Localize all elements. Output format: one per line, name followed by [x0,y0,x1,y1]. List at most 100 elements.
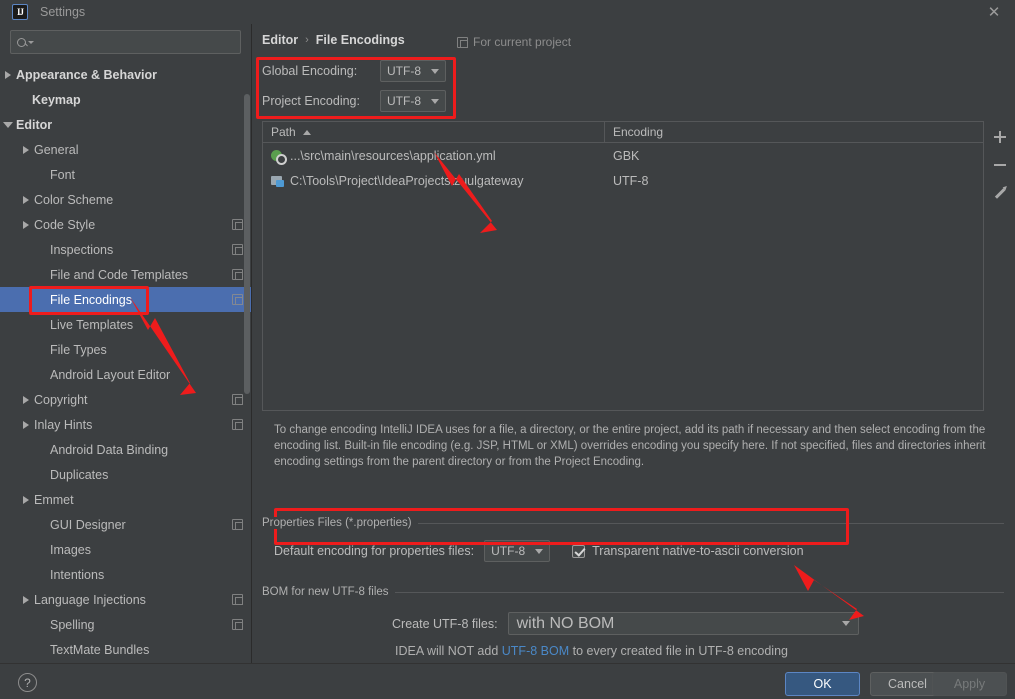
table-cell-encoding[interactable]: UTF-8 [605,174,983,188]
bom-note-suffix: to every created file in UTF-8 encoding [569,644,788,658]
encodings-table: Path Encoding ...\src\main\resources\app… [262,121,984,411]
checkbox-icon [572,544,586,558]
breadcrumb-parent[interactable]: Editor [262,33,298,47]
sidebar-item-label: Color Scheme [34,192,114,207]
sidebar-item-live-templates[interactable]: Live Templates [0,312,251,337]
sidebar-item-spelling[interactable]: Spelling [0,612,251,637]
help-button[interactable]: ? [18,673,37,692]
sidebar-item-general[interactable]: General [0,137,251,162]
properties-group-title: Properties Files (*.properties) [262,517,418,529]
sidebar-item-file-types[interactable]: File Types [0,337,251,362]
chevron-right-icon[interactable] [18,145,34,154]
sidebar-item-label: Language Injections [34,592,146,607]
remove-path-button[interactable] [989,154,1011,176]
create-utf8-dropdown[interactable]: with NO BOM [507,612,859,635]
settings-dialog: IJ Settings ✕ Appearance & Behavior Keyma… [0,0,1015,699]
sidebar-item-duplicates[interactable]: Duplicates [0,462,251,487]
sidebar-item-label: Keymap [32,92,81,107]
sidebar-item-label: Duplicates [50,467,109,482]
table-body: ...\src\main\resources\application.yml GB… [263,143,983,193]
chevron-right-icon[interactable] [18,220,34,229]
encodings-description: To change encoding IntelliJ IDEA uses fo… [274,424,986,468]
sidebar-item-label: Intentions [50,567,105,582]
sidebar-item-images[interactable]: Images [0,537,251,562]
sidebar-item-android-layout-editor[interactable]: Android Layout Editor [0,362,251,387]
sidebar-item-copyright[interactable]: Copyright [0,387,251,412]
sidebar-item-keymap[interactable]: Keymap [0,87,251,112]
chevron-right-icon[interactable] [18,395,34,404]
sidebar-item-intentions[interactable]: Intentions [0,562,251,587]
sidebar-item-file-encodings[interactable]: File Encodings [0,287,251,312]
sidebar-item-font[interactable]: Font [0,162,251,187]
search-box[interactable] [10,30,241,54]
table-toolbar [985,121,1015,411]
bom-note: IDEA will NOT add UTF-8 BOM to every cre… [395,644,788,658]
project-scope-icon [232,519,243,530]
table-header: Path Encoding [263,122,983,143]
settings-tree: Appearance & Behavior Keymap Editor General… [0,62,251,662]
sidebar-item-label: Inspections [50,242,114,257]
sidebar-item-appearance-behavior[interactable]: Appearance & Behavior [0,62,251,87]
chevron-down-icon [535,548,544,554]
global-encoding-row: Global Encoding: UTF-8 [262,56,446,86]
apply-button[interactable]: Apply [932,672,1007,696]
utf8-bom-link[interactable]: UTF-8 BOM [502,644,569,658]
column-header-path[interactable]: Path [263,122,605,142]
sidebar-item-label: Inlay Hints [34,417,93,432]
ok-button[interactable]: OK [785,672,860,696]
sidebar-item-label: Editor [16,117,53,132]
close-icon[interactable]: ✕ [983,2,1005,22]
project-encoding-value: UTF-8 [387,94,421,108]
add-path-button[interactable] [989,126,1011,148]
sidebar-item-textmate-bundles[interactable]: TextMate Bundles [0,637,251,662]
sidebar-item-label: Appearance & Behavior [16,67,158,82]
edit-path-button[interactable] [989,182,1011,204]
table-row[interactable]: ...\src\main\resources\application.yml GB… [263,143,983,168]
sidebar-item-language-injections[interactable]: Language Injections [0,587,251,612]
sidebar-scrollbar[interactable] [244,94,250,394]
column-header-encoding[interactable]: Encoding [605,122,983,142]
sidebar-item-label: Font [50,167,76,182]
sidebar-item-label: GUI Designer [50,517,126,532]
chevron-right-icon[interactable] [18,495,34,504]
search-icon [17,37,26,47]
settings-sidebar: Appearance & Behavior Keymap Editor General… [0,24,252,663]
project-scope-icon [232,394,243,405]
default-properties-encoding-dropdown[interactable]: UTF-8 [484,540,551,562]
yml-file-icon [271,149,287,165]
project-encoding-dropdown[interactable]: UTF-8 [380,90,446,112]
chevron-right-icon[interactable] [18,195,34,204]
chevron-right-icon[interactable] [18,595,34,604]
sidebar-item-emmet[interactable]: Emmet [0,487,251,512]
sidebar-item-inlay-hints[interactable]: Inlay Hints [0,412,251,437]
default-properties-encoding-value: UTF-8 [491,544,526,558]
sidebar-item-code-style[interactable]: Code Style [0,212,251,237]
project-encoding-row: Project Encoding: UTF-8 [262,86,446,116]
sidebar-item-gui-designer[interactable]: GUI Designer [0,512,251,537]
chevron-right-icon[interactable] [0,70,16,79]
search-dropdown-icon[interactable] [28,40,34,44]
search-input[interactable] [38,35,234,49]
global-encoding-dropdown[interactable]: UTF-8 [380,60,446,82]
table-row[interactable]: C:\Tools\Project\IdeaProjects\zuulgatewa… [263,168,983,193]
chevron-down-icon[interactable] [0,121,16,128]
module-folder-icon [271,174,285,188]
sidebar-item-color-scheme[interactable]: Color Scheme [0,187,251,212]
sidebar-item-label: Android Layout Editor [50,367,171,382]
sidebar-item-label: Copyright [34,392,88,407]
sidebar-item-label: File and Code Templates [50,267,189,282]
bom-note-prefix: IDEA will NOT add [395,644,502,658]
for-current-project-label: For current project [473,35,572,49]
sidebar-item-android-data-binding[interactable]: Android Data Binding [0,437,251,462]
project-scope-icon [232,294,243,305]
properties-encoding-row: Default encoding for properties files: U… [274,540,804,562]
sidebar-item-file-and-code-templates[interactable]: File and Code Templates [0,262,251,287]
table-cell-path: ...\src\main\resources\application.yml [263,149,605,165]
transparent-conversion-checkbox[interactable]: Transparent native-to-ascii conversion [572,544,804,558]
chevron-right-icon[interactable] [18,420,34,429]
sidebar-item-label: General [34,142,79,157]
sidebar-item-editor[interactable]: Editor [0,112,251,137]
table-cell-encoding[interactable]: GBK [605,149,983,163]
sidebar-item-label: Android Data Binding [50,442,169,457]
sidebar-item-inspections[interactable]: Inspections [0,237,251,262]
